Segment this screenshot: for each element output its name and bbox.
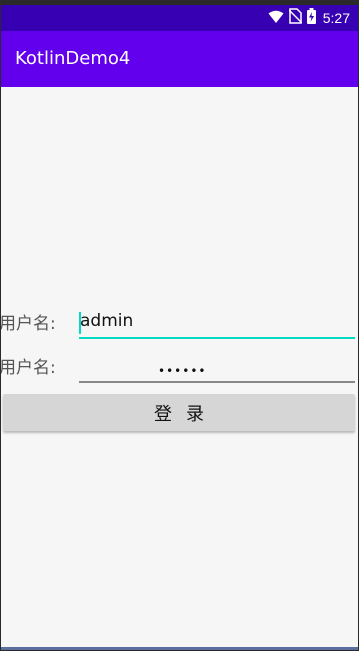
login-form-area: 用户名: 用户名: •••••• 登录 (0, 87, 358, 647)
no-sim-icon (288, 8, 303, 28)
password-value: •••••• (158, 364, 207, 378)
password-label: 用户名: (0, 358, 56, 378)
username-input[interactable] (79, 307, 355, 339)
wifi-icon (268, 9, 284, 28)
app-title: KotlinDemo4 (15, 48, 131, 69)
username-label: 用户名: (0, 314, 56, 334)
password-input[interactable]: •••••• (79, 351, 355, 383)
username-row: 用户名: (0, 303, 358, 343)
password-row: 用户名: •••••• (0, 347, 358, 387)
status-time: 5:27 (322, 10, 350, 26)
status-icons: 5:27 (268, 8, 350, 28)
login-button[interactable]: 登录 (3, 394, 355, 431)
device-screen: 5:27 KotlinDemo4 用户名: 用户名: •••••• 登录 (0, 0, 359, 651)
navigation-bar-edge (1, 647, 358, 650)
app-bar: KotlinDemo4 (1, 31, 358, 87)
battery-charging-icon (306, 8, 316, 28)
text-cursor (79, 312, 81, 334)
status-bar: 5:27 (1, 5, 358, 31)
